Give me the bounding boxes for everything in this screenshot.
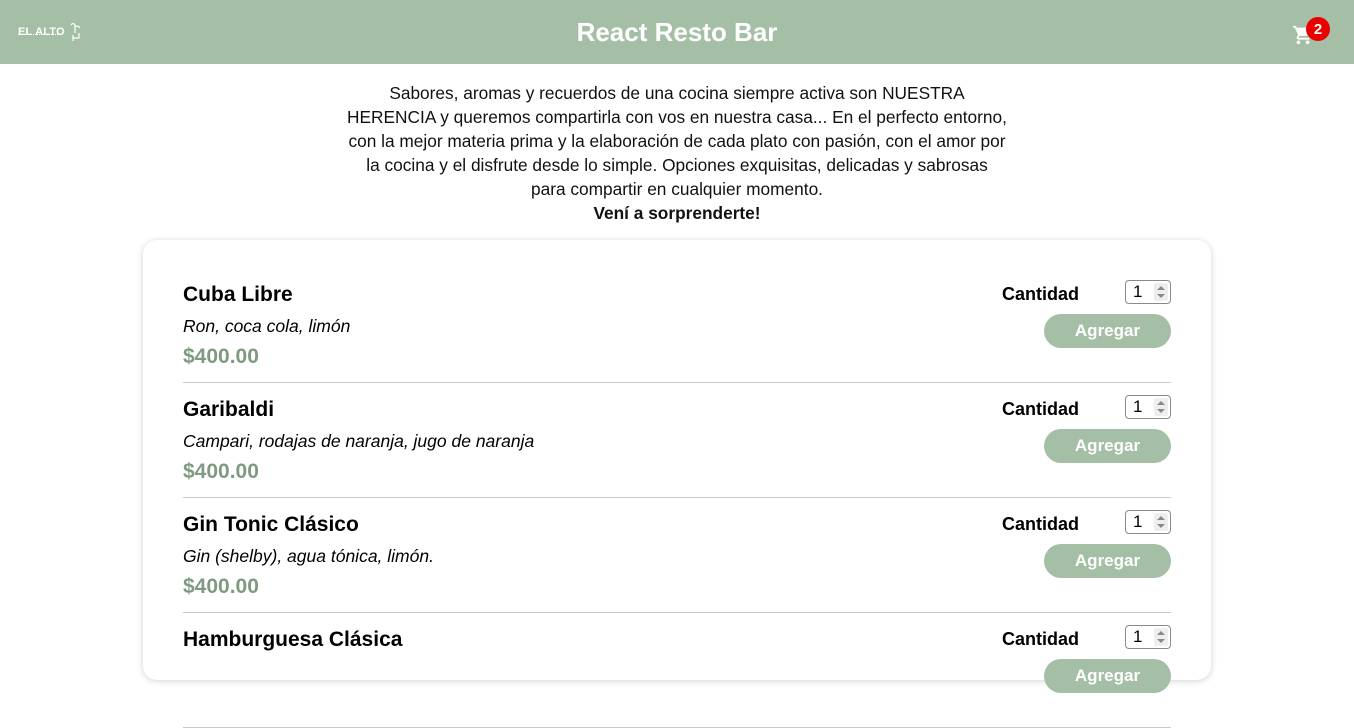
cart-count-badge: 2 [1306,17,1330,41]
app-header: EL ALTO React Resto Bar 2 [0,0,1354,64]
meal-price: $400.00 [183,575,259,598]
meal-description: Ron, coca cola, limón [183,316,351,336]
logo-text: EL ALTO [18,26,65,38]
stepper-arrows-icon[interactable] [1154,628,1168,646]
meal-name: Gin Tonic Clásico [183,513,359,536]
intro-tagline: Vení a sorprenderte! [593,203,761,223]
meal-name: Cuba Libre [183,283,293,306]
quantity-value: 1 [1133,512,1143,531]
quantity-label: Cantidad [1001,399,1079,419]
quantity-stepper[interactable]: 1 [1125,510,1171,534]
meal-price: $400.00 [183,345,259,368]
menu-card: Cuba Libre Ron, coca cola, limón $400.00… [143,240,1211,728]
quantity-stepper[interactable]: 1 [1125,395,1171,419]
logo[interactable]: EL ALTO [18,20,84,44]
cart-button[interactable]: 2 [1292,16,1330,50]
quantity-label: Cantidad [1001,629,1079,649]
add-to-cart-button[interactable]: Agregar [1044,314,1171,348]
quantity-value: 1 [1133,397,1143,416]
add-to-cart-button[interactable]: Agregar [1044,429,1171,463]
quantity-label: Cantidad [1001,284,1079,304]
quantity-stepper[interactable]: 1 [1125,280,1171,304]
quantity-value: 1 [1133,627,1143,646]
page-title: React Resto Bar [576,16,778,47]
meal-item: Garibaldi Campari, rodajas de naranja, j… [183,383,1171,498]
stepper-arrows-icon[interactable] [1154,283,1168,301]
meal-item: Hamburguesa Clásica Cantidad 1 Agregar [183,613,1171,728]
meal-item: Gin Tonic Clásico Gin (shelby), agua tón… [183,498,1171,613]
add-to-cart-button[interactable]: Agregar [1044,544,1171,578]
quantity-stepper[interactable]: 1 [1125,625,1171,649]
meal-list: Cuba Libre Ron, coca cola, limón $400.00… [183,268,1171,728]
meal-name: Garibaldi [183,398,275,421]
stepper-arrows-icon[interactable] [1154,398,1168,416]
logo-underline [18,34,62,36]
add-to-cart-button[interactable]: Agregar [1044,659,1171,693]
meal-item: Cuba Libre Ron, coca cola, limón $400.00… [183,268,1171,383]
meal-description: Campari, rodajas de naranja, jugo de nar… [183,431,535,451]
quantity-value: 1 [1133,282,1143,301]
stepper-arrows-icon[interactable] [1154,513,1168,531]
logo-mark-icon [70,22,81,41]
meal-price: $400.00 [183,460,259,483]
intro-text: Sabores, aromas y recuerdos de una cocin… [347,83,1007,199]
meal-name: Hamburguesa Clásica [183,628,403,651]
quantity-label: Cantidad [1001,514,1079,534]
meal-description: Gin (shelby), agua tónica, limón. [183,546,434,566]
intro-section: Sabores, aromas y recuerdos de una cocin… [347,81,1007,225]
